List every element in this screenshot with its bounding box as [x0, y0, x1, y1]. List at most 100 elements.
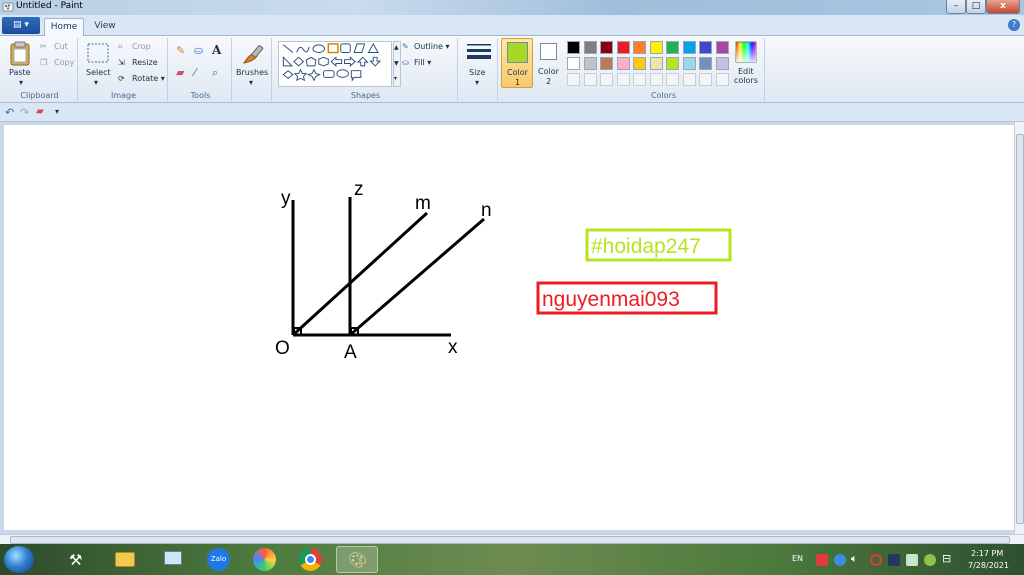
color2-button[interactable]: Color 2 [535, 38, 563, 88]
brush-icon[interactable] [240, 41, 266, 67]
horizontal-scrollbar[interactable] [0, 534, 1024, 544]
palette-swatch[interactable] [682, 41, 696, 54]
palette-swatch[interactable] [649, 41, 663, 54]
taskbar-app-tool[interactable]: ⚒ [56, 546, 98, 573]
brushes-dropdown-icon[interactable]: ▾ [249, 78, 253, 87]
taskbar-app-colorful[interactable] [244, 546, 286, 573]
copy-icon[interactable]: ❐ [40, 58, 47, 67]
tray-network-icon[interactable] [834, 554, 846, 566]
horizontal-scroll-thumb[interactable] [10, 536, 1010, 544]
palette-swatch[interactable] [600, 41, 613, 54]
custom-color-slot[interactable] [567, 73, 580, 86]
edit-colors-button-line2[interactable]: colors [734, 76, 758, 85]
brushes-button[interactable]: Brushes [236, 68, 268, 77]
tray-flag-icon[interactable] [906, 554, 918, 566]
maximize-button[interactable]: □ [966, 0, 986, 14]
custom-color-slot[interactable] [682, 73, 696, 86]
cut-icon[interactable]: ✂ [40, 42, 47, 51]
size-dropdown-icon[interactable]: ▾ [475, 78, 479, 87]
palette-swatch[interactable] [616, 41, 630, 54]
custom-color-slot[interactable] [633, 73, 646, 86]
eraser-quick-icon[interactable]: ▰ [36, 106, 44, 117]
tray-antivirus-icon[interactable] [816, 554, 828, 566]
redo-icon[interactable]: ↷ [20, 106, 29, 119]
color-picker-icon[interactable]: ⁄ [194, 66, 196, 79]
scroll-up-icon[interactable]: ▲ [394, 44, 399, 51]
fill-bucket-icon[interactable]: ⛀ [194, 44, 203, 57]
palette-swatch[interactable] [699, 41, 712, 54]
tab-home[interactable]: Home [44, 18, 84, 36]
crop-icon[interactable]: ⌗ [118, 42, 123, 52]
resize-button[interactable]: Resize [132, 58, 158, 67]
edit-colors-button[interactable]: Edit [738, 67, 754, 76]
taskbar-app-computer[interactable] [152, 546, 194, 573]
select-button[interactable]: Select [86, 68, 111, 77]
custom-color-slot[interactable] [616, 73, 630, 86]
start-button[interactable] [4, 546, 34, 573]
shapes-gallery[interactable] [278, 41, 392, 87]
copy-button[interactable]: Copy [54, 58, 74, 67]
taskbar-zalo[interactable]: Zalo [198, 546, 240, 573]
palette-swatch[interactable] [666, 57, 679, 70]
size-icon[interactable] [466, 42, 492, 64]
close-button[interactable]: x [986, 0, 1020, 14]
color1-button[interactable]: Color 1 [501, 38, 533, 88]
rotate-icon[interactable]: ⟳ [118, 74, 125, 83]
select-icon[interactable] [87, 43, 109, 63]
custom-color-slot[interactable] [666, 73, 679, 86]
rotate-button[interactable]: Rotate ▾ [132, 74, 165, 83]
palette-swatch[interactable] [715, 41, 729, 54]
customize-qat-icon[interactable]: ▾ [55, 107, 59, 116]
cut-button[interactable]: Cut [54, 42, 68, 51]
language-indicator[interactable]: EN [792, 554, 803, 563]
eraser-icon[interactable]: ▰ [176, 66, 184, 79]
crop-button[interactable]: Crop [132, 42, 151, 51]
clock-time[interactable]: 2:17 PM [971, 549, 1003, 558]
gallery-expand-icon[interactable]: ▾ [394, 75, 397, 82]
clock-date[interactable]: 7/28/2021 [968, 561, 1009, 570]
magnifier-icon[interactable]: ⌕ [212, 66, 218, 80]
palette-swatch[interactable] [682, 57, 696, 70]
show-hidden-icons-icon[interactable]: ⊟ [942, 552, 951, 565]
custom-color-slot[interactable] [600, 73, 613, 86]
fill-button[interactable]: Fill ▾ [414, 58, 431, 67]
fill-icon[interactable]: ⛀ [402, 58, 409, 67]
palette-swatch[interactable] [633, 41, 646, 54]
paste-dropdown-icon[interactable]: ▾ [19, 78, 23, 87]
size-button[interactable]: Size [469, 68, 485, 77]
palette-swatch[interactable] [600, 57, 613, 70]
paint-app-icon[interactable] [2, 1, 14, 13]
help-icon[interactable]: ? [1008, 19, 1020, 31]
shapes-scroll[interactable]: ▲ ▼ ▾ [393, 41, 401, 87]
custom-color-slot[interactable] [715, 73, 729, 86]
palette-swatch[interactable] [715, 57, 729, 70]
palette-swatch[interactable] [633, 57, 646, 70]
tray-app-icon[interactable] [888, 554, 900, 566]
text-tool-icon[interactable]: A [212, 43, 221, 57]
scroll-down-icon[interactable]: ▼ [394, 60, 399, 67]
undo-icon[interactable]: ↶ [5, 106, 14, 119]
palette-swatch[interactable] [567, 57, 580, 70]
paste-button[interactable]: Paste [9, 68, 31, 77]
edit-colors-icon[interactable] [735, 41, 757, 63]
outline-icon[interactable]: ✎ [402, 42, 409, 51]
tab-view[interactable]: View [88, 18, 122, 36]
resize-icon[interactable]: ⇲ [118, 58, 125, 67]
paste-icon[interactable] [8, 40, 32, 66]
vertical-scroll-thumb[interactable] [1016, 134, 1024, 524]
custom-color-slot[interactable] [699, 73, 712, 86]
tray-opera-icon[interactable] [870, 554, 882, 566]
tray-leaf-icon[interactable] [924, 554, 936, 566]
custom-color-slot[interactable] [649, 73, 663, 86]
vertical-scrollbar[interactable] [1014, 122, 1024, 534]
paint-menu-button[interactable]: ▤ ▾ [2, 17, 40, 34]
taskbar-explorer[interactable] [104, 546, 146, 573]
palette-swatch[interactable] [583, 41, 597, 54]
taskbar-chrome[interactable] [290, 546, 332, 573]
palette-swatch[interactable] [649, 57, 663, 70]
volume-icon[interactable]: 🔈︎ [851, 552, 858, 566]
drawing-canvas[interactable]: y z m n O A x #hoidap247 nguyenmai093 [4, 125, 1014, 530]
select-dropdown-icon[interactable]: ▾ [94, 78, 98, 87]
palette-swatch[interactable] [583, 57, 597, 70]
pencil-icon[interactable]: ✎ [176, 44, 185, 57]
